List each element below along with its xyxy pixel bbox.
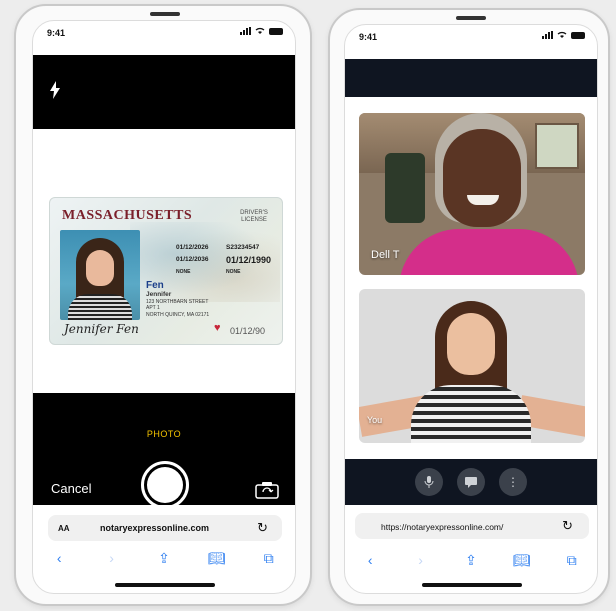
cancel-button[interactable]: Cancel: [51, 481, 91, 496]
text-size-button[interactable]: AA: [58, 524, 70, 533]
status-icons: [542, 31, 585, 39]
remote-video[interactable]: Dell T: [359, 113, 585, 275]
license-dates: 01/12/2026 01/12/2036 NONE: [176, 242, 209, 278]
status-time: 9:41: [47, 28, 66, 38]
license-signature: Jennifer Fen: [64, 322, 139, 336]
reload-icon[interactable]: ↻: [257, 520, 268, 536]
back-icon[interactable]: ‹: [49, 548, 69, 568]
signal-icon: [240, 27, 251, 35]
battery-icon: [269, 27, 283, 35]
camera-viewfinder: MASSACHUSETTS DRIVER'S LICENSE 01/12/202…: [37, 129, 293, 393]
bookmarks-icon[interactable]: 📖︎: [206, 548, 226, 568]
local-participant-name: You: [367, 415, 383, 425]
switch-camera-icon[interactable]: [255, 481, 279, 499]
address-bar[interactable]: https://notaryexpressonline.com/ ↻: [355, 513, 589, 539]
license-type: DRIVER'S LICENSE: [230, 210, 278, 224]
license-exp-small: 01/12/90: [230, 326, 266, 336]
url-text[interactable]: https://notaryexpressonline.com/: [381, 522, 503, 532]
license-date2: 01/12/2036: [176, 256, 209, 263]
back-icon[interactable]: ‹: [360, 550, 380, 570]
forward-icon[interactable]: ›: [102, 548, 122, 568]
speaker-grille: [456, 16, 486, 20]
more-icon[interactable]: ⋮: [499, 468, 527, 496]
license-none1: NONE: [176, 269, 191, 275]
phone-right-screen: 9:41 Dell T You ⋮ https://notaryexpresso…: [344, 24, 598, 594]
address-bar[interactable]: AA notaryexpressonline.com ↻: [48, 515, 282, 541]
license-type-line2: LICENSE: [241, 217, 267, 223]
call-header-bar: [345, 59, 597, 97]
share-icon[interactable]: ⇪: [461, 550, 481, 570]
video-call-area: Dell T You: [345, 97, 597, 459]
url-text[interactable]: notaryexpressonline.com: [100, 523, 209, 533]
reload-icon[interactable]: ↻: [562, 518, 573, 534]
status-icons: [240, 27, 283, 35]
license-type-line1: DRIVER'S: [240, 210, 268, 216]
license-dob: 01/12/1990: [226, 255, 272, 265]
battery-icon: [571, 31, 585, 39]
share-icon[interactable]: ⇪: [154, 548, 174, 568]
forward-icon[interactable]: ›: [411, 550, 431, 570]
shutter-button[interactable]: [141, 461, 189, 509]
status-bar: 9:41: [345, 25, 597, 47]
speaker-grille: [150, 12, 180, 16]
local-video[interactable]: You: [359, 289, 585, 443]
call-controls: ⋮: [345, 459, 597, 505]
tabs-icon[interactable]: ⧉: [562, 550, 582, 570]
phone-left-screen: 9:41 MASSACHUSETTS DRIVER'S LICENSE 01/1…: [32, 20, 296, 594]
license-dates-right: S23234547 01/12/1990 NONE: [226, 242, 271, 278]
wifi-icon: [255, 27, 265, 34]
license-photo: [60, 230, 140, 320]
tabs-icon[interactable]: ⧉: [259, 548, 279, 568]
home-indicator: [115, 583, 215, 587]
chat-icon[interactable]: [457, 468, 485, 496]
heart-icon: ♥: [214, 322, 221, 334]
drivers-license: MASSACHUSETTS DRIVER'S LICENSE 01/12/202…: [49, 197, 283, 345]
home-indicator: [422, 583, 522, 587]
flash-icon[interactable]: [49, 81, 61, 99]
license-state: MASSACHUSETTS: [62, 208, 193, 223]
license-number: S23234547: [226, 244, 260, 251]
browser-toolbar: ‹ › ⇪ 📖︎ ⧉: [33, 543, 295, 573]
mic-icon[interactable]: [415, 468, 443, 496]
phone-left: 9:41 MASSACHUSETTS DRIVER'S LICENSE 01/1…: [14, 4, 312, 606]
remote-participant-name: Dell T: [371, 249, 400, 261]
license-issue-date: 01/12/2026: [176, 244, 209, 251]
license-none2: NONE: [226, 269, 241, 275]
signal-icon: [542, 31, 553, 39]
camera-top-bar: [33, 55, 295, 129]
browser-toolbar: ‹ › ⇪ 📖︎ ⧉: [345, 545, 597, 575]
license-surname: Fen: [146, 280, 164, 291]
phone-right: 9:41 Dell T You ⋮ https://notaryexpresso…: [328, 8, 610, 606]
wifi-icon: [557, 31, 567, 38]
bookmarks-icon[interactable]: 📖︎: [511, 550, 531, 570]
license-address3: NORTH QUINCY, MA 02171: [146, 311, 210, 318]
status-bar: 9:41: [33, 21, 295, 43]
status-time: 9:41: [359, 32, 378, 42]
camera-controls: PHOTO Cancel: [33, 393, 295, 509]
photo-mode-label[interactable]: PHOTO: [33, 429, 295, 439]
license-details: Jennifer 123 NORTHBARN STREET APT 1 NORT…: [146, 291, 210, 318]
